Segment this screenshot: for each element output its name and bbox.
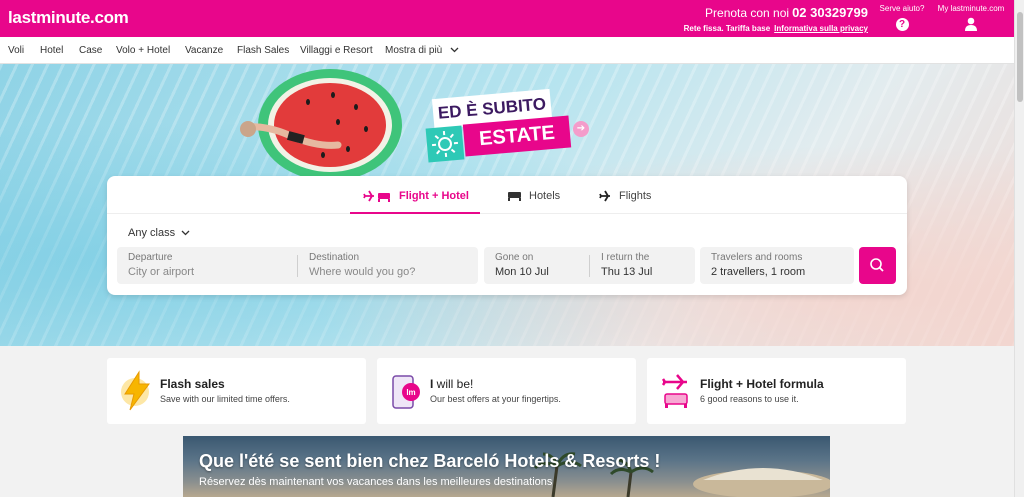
feature-card-formula[interactable]: Flight + Hotel formula 6 good reasons to… [647,358,906,424]
nav-item-villaggi[interactable]: Villaggi e Resort [300,45,373,56]
nav-item-vacanze[interactable]: Vacanze [185,45,223,56]
nav-more-label: Mostra di più [385,45,443,56]
phone-number[interactable]: 02 30329799 [792,5,868,20]
active-tab-indicator [350,212,480,214]
tab-flights[interactable]: Flights [599,190,651,202]
departure-label: Departure [128,252,173,263]
chevron-down-icon [450,47,459,53]
tariff-note: Rete fissa. Tariffa base [683,24,771,33]
tab-flights-label: Flights [619,190,652,202]
tab-flight-hotel-label: Flight + Hotel [399,190,469,202]
nav-item-more[interactable]: Mostra di più [385,45,459,56]
class-select-value: Any class [128,227,176,239]
scrollbar-thumb[interactable] [1017,12,1023,102]
class-select[interactable]: Any class [128,227,190,239]
return-label: I return the [601,252,650,263]
app-icon-text: lm [406,388,415,397]
lightning-icon [121,370,150,411]
tab-flight-hotel[interactable]: Flight + Hotel [363,190,469,202]
plane-icon [599,190,610,202]
feature-card-app[interactable]: lm I will be! Our best offers at your fi… [377,358,636,424]
site-logo[interactable]: lastminute.com [8,8,129,28]
travelers-rooms-field[interactable]: Travelers and rooms 2 travellers, 1 room [700,247,854,284]
nav-item-volo-hotel[interactable]: Volo + Hotel [116,45,170,56]
feature-title-rest: will be! [433,377,474,391]
main-nav: Voli Hotel Case Volo + Hotel Vacanze Fla… [0,37,1014,64]
origin-destination-field: Departure City or airport Destination Wh… [117,247,478,284]
help-label: Serve aiuto? [879,4,925,13]
tab-hotels[interactable]: Hotels [508,190,560,202]
search-card: Flight + Hotel Hotels Flights Any class … [107,176,907,295]
account-button[interactable]: My lastminute.com [934,4,1008,33]
sun-icon [425,125,465,163]
arrow-right-icon[interactable]: ➔ [573,121,589,137]
feature-title: Flash sales [160,377,225,391]
privacy-link[interactable]: Informativa sulla privacy [774,24,868,33]
nav-item-case[interactable]: Case [79,45,102,56]
contact-block: Prenota con noi 02 30329799 Rete fissa. T… [684,5,868,33]
bed-icon [508,192,521,201]
feature-subtitle: 6 good reasons to use it. [700,394,799,404]
feature-card-flash-sales[interactable]: Flash sales Save with our limited time o… [107,358,366,424]
gone-on-value: Mon 10 Jul [495,266,549,278]
destination-label: Destination [309,252,360,263]
user-icon [965,17,977,31]
tab-hotels-label: Hotels [529,190,561,202]
barcelo-ad-banner[interactable]: Que l'été se sent bien chez Barceló Hote… [183,436,830,497]
plane-bed-icon [363,190,390,202]
travelers-label: Travelers and rooms [711,252,803,263]
return-date-input[interactable]: I return the Thu 13 Jul [590,247,695,284]
nav-item-flash-sales[interactable]: Flash Sales [237,45,289,56]
page-scrollbar[interactable] [1014,0,1024,497]
help-button[interactable]: Serve aiuto? ? [878,4,926,31]
destination-placeholder: Where would you go? [309,266,416,278]
destination-input[interactable]: Destination Where would you go? [298,247,478,284]
watermelon-float-image [240,69,402,181]
departure-placeholder: City or airport [128,266,195,278]
nav-item-voli[interactable]: Voli [8,45,24,56]
return-value: Thu 13 Jul [601,266,653,278]
feature-subtitle: Our best offers at your fingertips. [430,394,561,404]
search-button[interactable] [859,247,896,284]
gone-on-label: Gone on [495,252,534,263]
chevron-down-icon [181,230,190,236]
banner-title: Que l'été se sent bien chez Barceló Hote… [199,451,661,471]
search-tabs: Flight + Hotel Hotels Flights [107,176,907,214]
dates-field: Gone on Mon 10 Jul I return the Thu 13 J… [484,247,695,284]
banner-subtitle: Réservez dès maintenant vos vacances dan… [199,476,553,488]
question-icon: ? [895,18,909,31]
feature-subtitle: Save with our limited time offers. [160,394,290,404]
nav-item-hotel[interactable]: Hotel [40,45,63,56]
top-bar: lastminute.com Prenota con noi 02 3032979… [0,0,1014,37]
travelers-value: 2 travellers, 1 room [711,266,806,278]
plane-bed-icon [661,374,688,408]
contact-prefix: Prenota con noi [705,6,790,20]
feature-title: Flight + Hotel formula [700,377,824,391]
phone-app-icon: lm [392,375,420,409]
search-icon [870,258,884,272]
account-label: My lastminute.com [937,4,1005,13]
feature-title: I will be! [430,377,473,391]
